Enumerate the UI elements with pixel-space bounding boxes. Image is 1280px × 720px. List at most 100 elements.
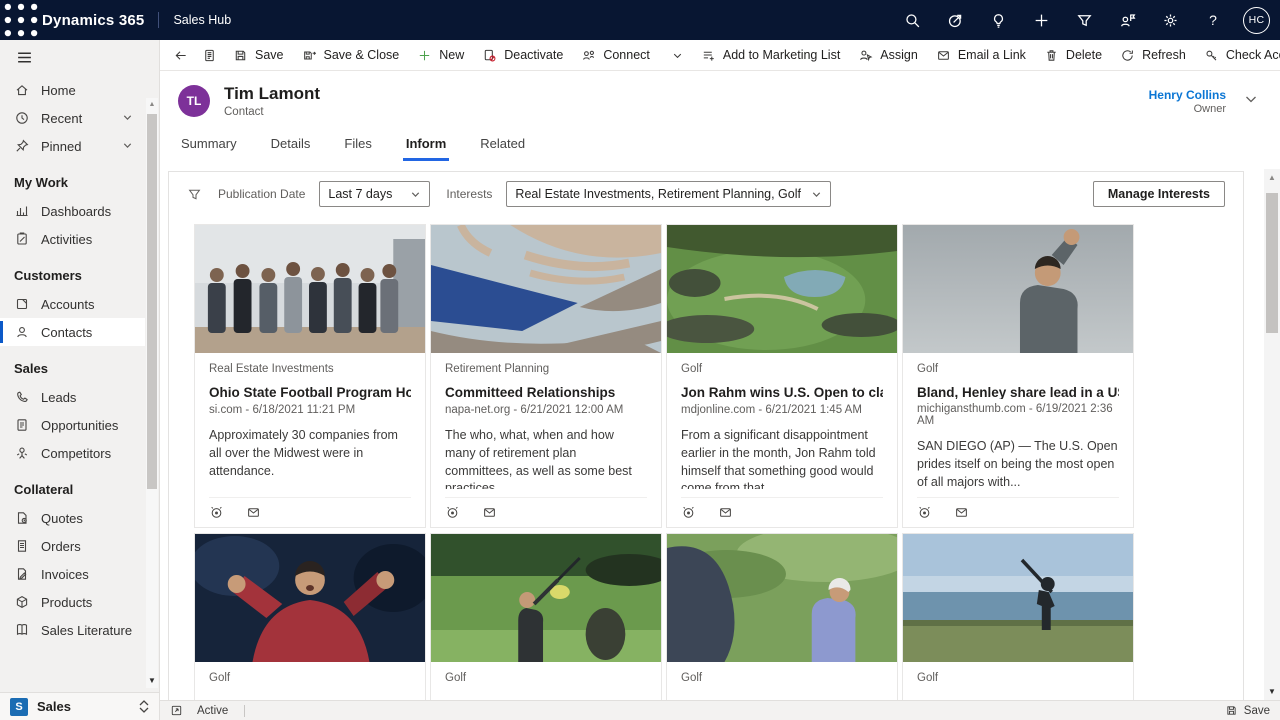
email-icon[interactable] — [246, 505, 261, 520]
news-card-body: Golf — [195, 662, 425, 700]
add-to-marketing-list-button[interactable]: Add to Marketing List — [692, 42, 849, 68]
email-icon[interactable] — [482, 505, 497, 520]
help-icon[interactable]: ? — [1196, 0, 1230, 40]
news-card[interactable]: Golf Jon Rahm wins U.S. Open to claim fi… — [666, 224, 898, 528]
scrollbar-thumb[interactable] — [1266, 193, 1278, 333]
sidebar-scrollbar[interactable]: ▲ ▼ — [146, 98, 158, 688]
command-label: New — [439, 48, 464, 62]
tab-summary[interactable]: Summary — [178, 136, 240, 161]
interests-label: Interests — [446, 187, 492, 201]
search-icon[interactable] — [895, 0, 929, 40]
scroll-down-arrow-icon[interactable]: ▼ — [146, 676, 158, 685]
sidebar-item-contacts[interactable]: Contacts — [0, 318, 145, 346]
sidebar-item-dashboards[interactable]: Dashboards — [0, 197, 145, 225]
area-switcher-chevrons-icon[interactable] — [139, 700, 149, 713]
lightbulb-icon[interactable] — [981, 0, 1015, 40]
back-button[interactable] — [166, 42, 195, 68]
book-icon — [14, 622, 30, 638]
chevron-down-icon[interactable] — [122, 139, 145, 154]
news-image-golfer-ocean[interactable] — [903, 534, 1133, 662]
scroll-up-arrow-icon[interactable]: ▲ — [146, 101, 158, 108]
header-collapse-chevron-icon[interactable] — [1244, 92, 1258, 111]
refresh-button[interactable]: Refresh — [1111, 42, 1195, 68]
delete-button[interactable]: Delete — [1035, 42, 1111, 68]
views-icon[interactable] — [209, 505, 224, 520]
sidebar-item-activities[interactable]: Activities — [0, 225, 145, 253]
expand-icon[interactable] — [170, 704, 183, 717]
email-icon[interactable] — [718, 505, 733, 520]
owner-link[interactable]: Henry Collins — [1149, 88, 1226, 102]
email-a-link-button[interactable]: Email a Link — [927, 42, 1035, 68]
command-label: Save — [255, 48, 284, 62]
sidebar-item-home[interactable]: Home — [0, 76, 145, 104]
feedback-icon[interactable] — [1110, 0, 1144, 40]
statusbar-save-button[interactable]: Save — [1225, 704, 1270, 717]
news-image-golfers-walking[interactable] — [667, 534, 897, 662]
sitemap-toggle-button[interactable] — [0, 40, 46, 74]
sidebar-item-orders[interactable]: Orders — [0, 532, 145, 560]
manage-interests-button[interactable]: Manage Interests — [1093, 181, 1225, 207]
new-button[interactable]: New — [408, 42, 473, 68]
news-card[interactable]: Golf — [430, 533, 662, 700]
news-card[interactable]: Golf Bland, Henley share lead in a US Op… — [902, 224, 1134, 528]
user-avatar[interactable]: HC — [1243, 7, 1270, 34]
sidebar-item-opportunities[interactable]: Opportunities — [0, 411, 145, 439]
scrollbar-thumb[interactable] — [147, 114, 157, 489]
news-image-golfer-celebration[interactable] — [195, 534, 425, 662]
sidebar-item-quotes[interactable]: Quotes — [0, 504, 145, 532]
filter-icon[interactable] — [1067, 0, 1101, 40]
sidebar-item-leads[interactable]: Leads — [0, 383, 145, 411]
news-image-golfer-wave[interactable] — [903, 225, 1133, 353]
sidebar-item-sales-literature[interactable]: Sales Literature — [0, 616, 145, 644]
news-title[interactable]: Jon Rahm wins U.S. Open to claim first .… — [681, 385, 883, 400]
save-button[interactable]: Save — [224, 42, 293, 68]
sidebar-item-products[interactable]: Products — [0, 588, 145, 616]
check-access-button[interactable]: Check Access — [1195, 42, 1280, 68]
connect-dropdown-chevron[interactable] — [663, 42, 692, 68]
tab-related[interactable]: Related — [477, 136, 528, 161]
quick-create-plus-icon[interactable] — [1024, 0, 1058, 40]
sidebar-item-pinned[interactable]: Pinned — [0, 132, 145, 160]
sidebar-item-invoices[interactable]: Invoices — [0, 560, 145, 588]
waffle-menu-icon[interactable] — [0, 0, 42, 40]
tab-details[interactable]: Details — [268, 136, 314, 161]
area-title[interactable]: Sales Hub — [173, 13, 231, 27]
tab-files[interactable]: Files — [341, 136, 374, 161]
save-and-close-button[interactable]: Save & Close — [293, 42, 409, 68]
news-card[interactable]: Golf — [666, 533, 898, 700]
email-icon[interactable] — [954, 505, 969, 520]
main-scrollbar[interactable]: ▲ ▼ — [1264, 169, 1280, 700]
settings-gear-icon[interactable] — [1153, 0, 1187, 40]
app-title[interactable]: Dynamics 365 — [42, 12, 144, 29]
scroll-down-arrow-icon[interactable]: ▼ — [1264, 687, 1280, 696]
interests-dropdown[interactable]: Real Estate Investments, Retirement Plan… — [506, 181, 831, 207]
sidebar-item-competitors[interactable]: Competitors — [0, 439, 145, 467]
news-card[interactable]: Real Estate Investments Ohio State Footb… — [194, 224, 426, 528]
news-card[interactable]: Golf — [902, 533, 1134, 700]
assign-button[interactable]: Assign — [849, 42, 927, 68]
news-card[interactable]: Retirement Planning Committeed Relations… — [430, 224, 662, 528]
news-title[interactable]: Ohio State Football Program Hosts Job ..… — [209, 385, 411, 400]
chevron-down-icon[interactable] — [122, 111, 145, 126]
news-image-golf-aerial[interactable] — [667, 225, 897, 353]
deactivate-button[interactable]: Deactivate — [473, 42, 572, 68]
compass-icon[interactable] — [938, 0, 972, 40]
news-image-job-fair[interactable] — [195, 225, 425, 353]
connect-button[interactable]: Connect — [572, 42, 659, 68]
tab-inform[interactable]: Inform — [403, 136, 449, 161]
news-image-golf-swing[interactable] — [431, 534, 661, 662]
news-title[interactable]: Committeed Relationships — [445, 385, 647, 400]
views-icon[interactable] — [681, 505, 696, 520]
form-icon[interactable] — [195, 42, 224, 68]
sidebar-item-recent[interactable]: Recent — [0, 104, 145, 132]
news-card[interactable]: Golf — [194, 533, 426, 700]
news-image-logo[interactable] — [431, 225, 661, 353]
area-switcher[interactable]: S Sales — [0, 692, 159, 720]
publication-date-dropdown[interactable]: Last 7 days — [319, 181, 430, 207]
views-icon[interactable] — [917, 505, 932, 520]
record-entity-type: Contact — [224, 106, 320, 118]
news-title[interactable]: Bland, Henley share lead in a US Open ..… — [917, 385, 1119, 399]
scroll-up-arrow-icon[interactable]: ▲ — [1264, 173, 1280, 182]
views-icon[interactable] — [445, 505, 460, 520]
sidebar-item-accounts[interactable]: Accounts — [0, 290, 145, 318]
